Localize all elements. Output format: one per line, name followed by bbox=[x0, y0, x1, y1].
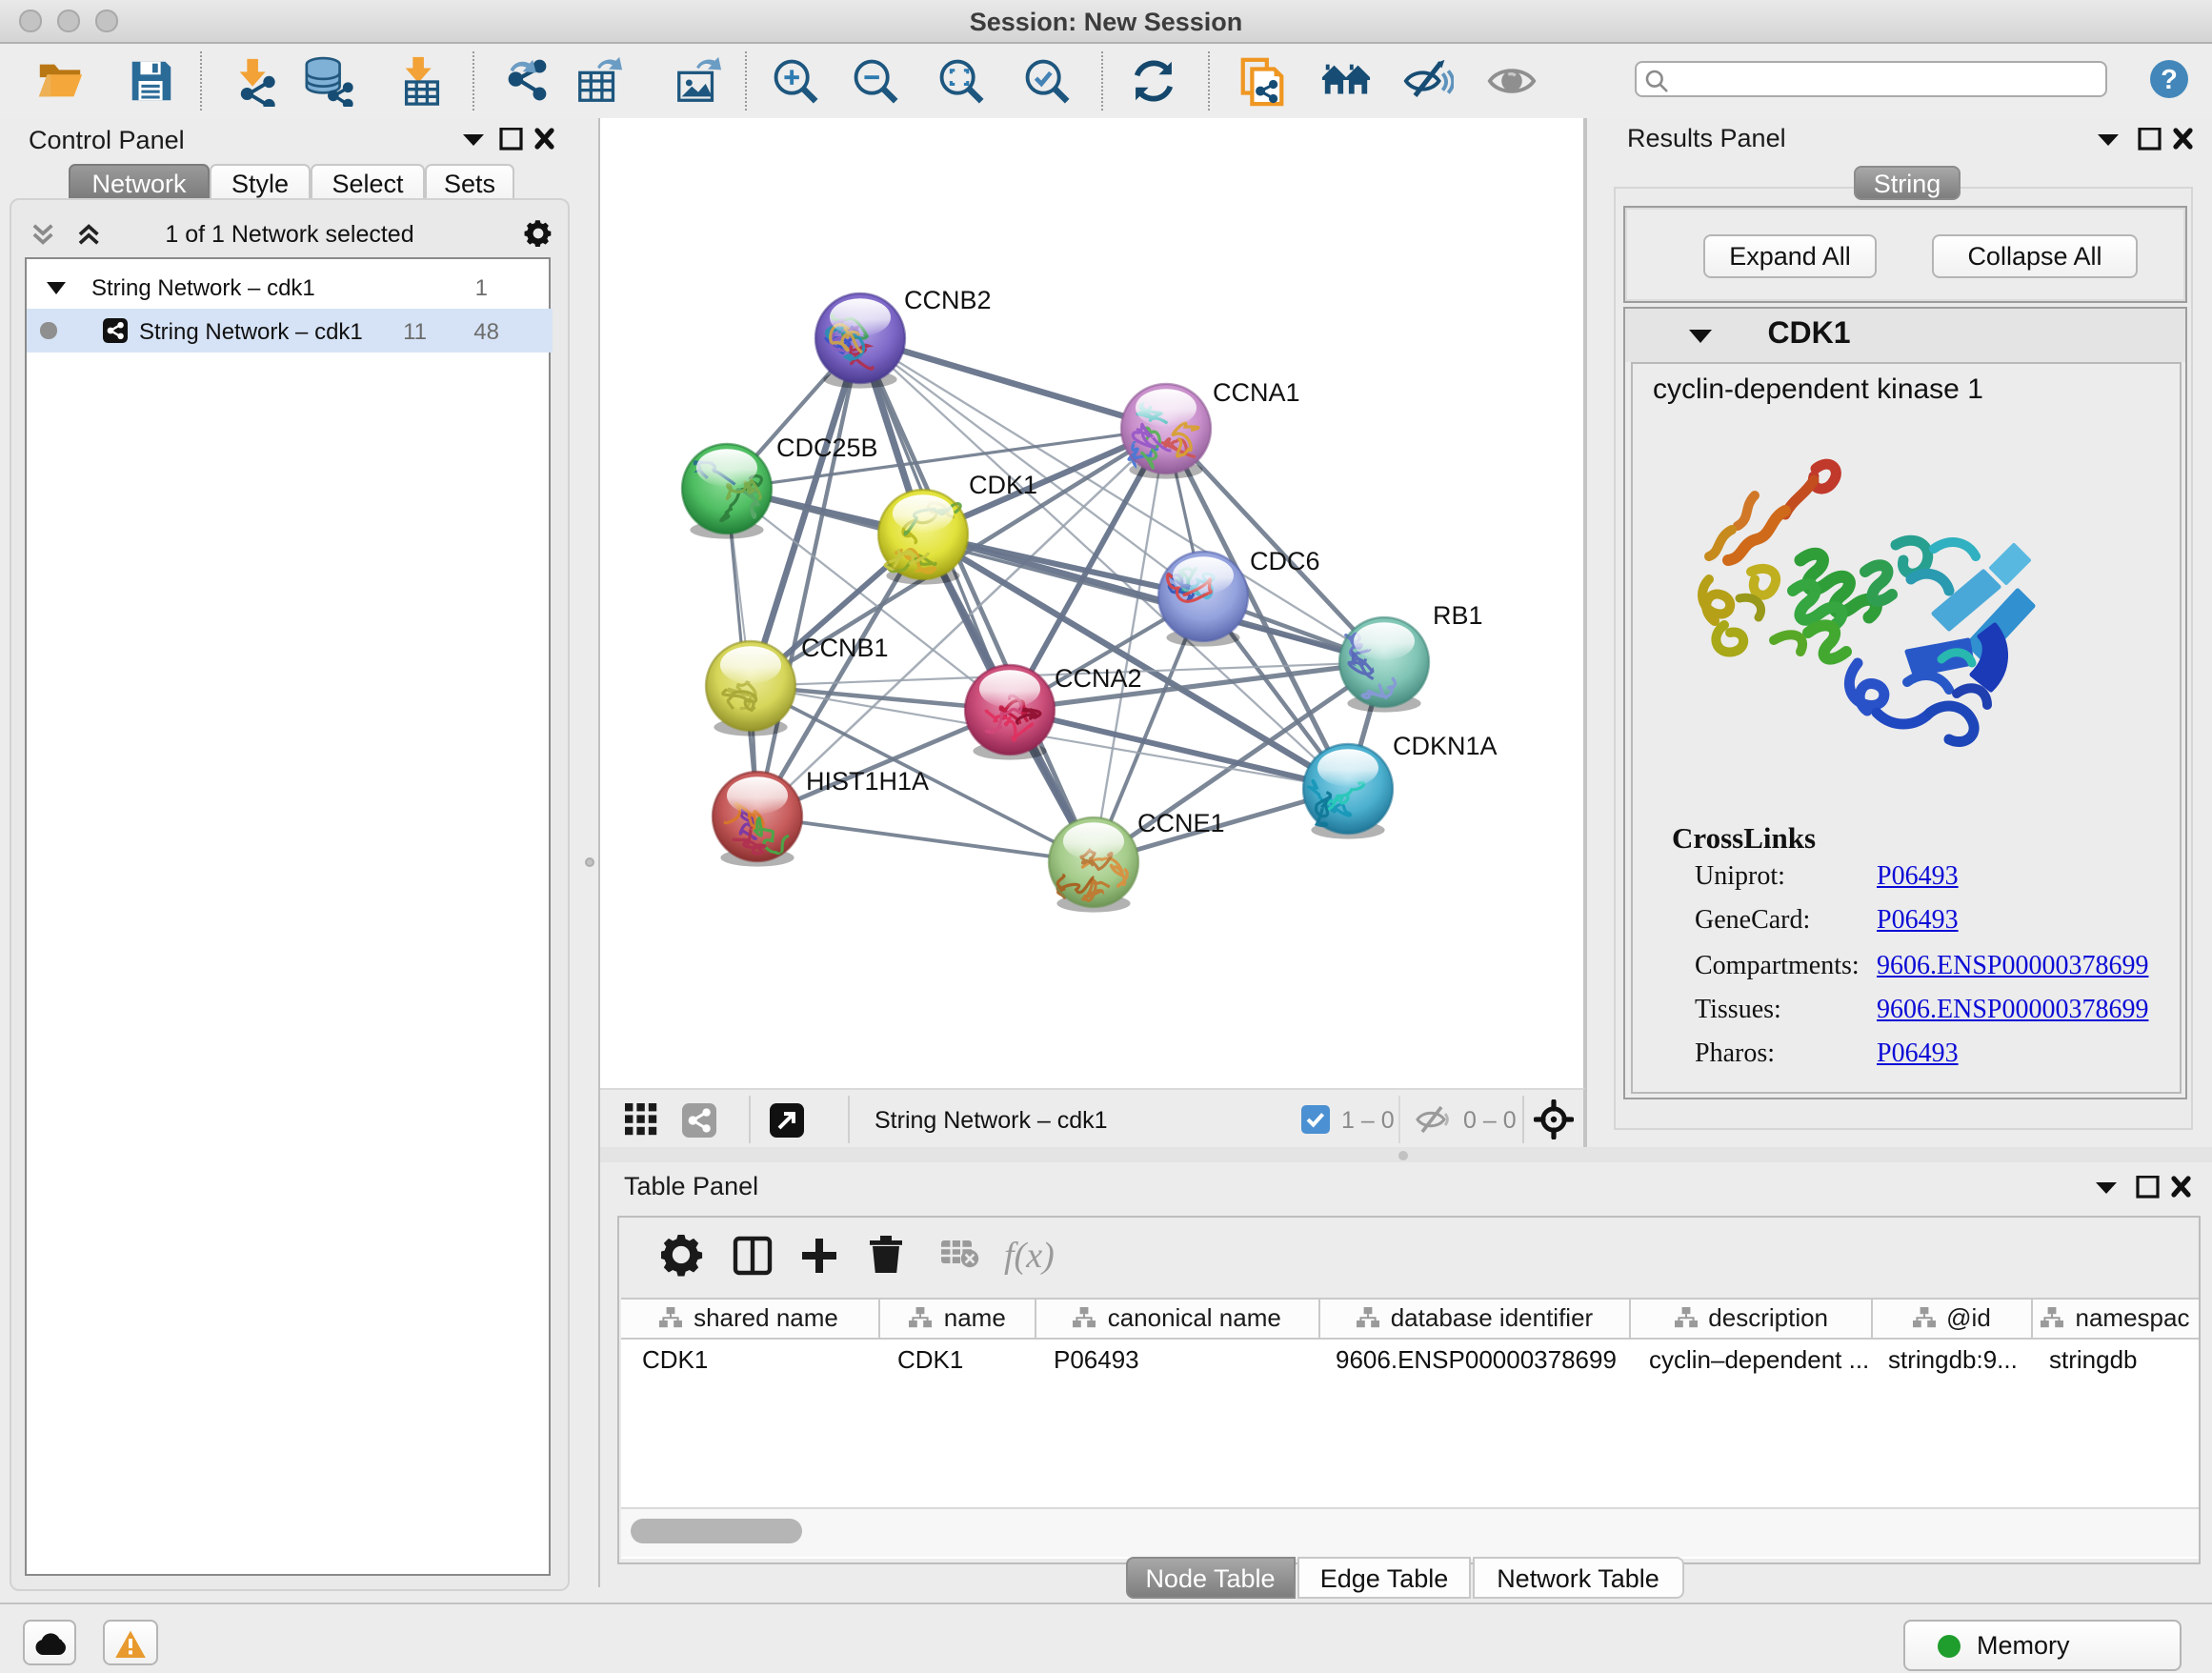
svg-text:CCNB1: CCNB1 bbox=[801, 634, 889, 662]
svg-text:CCNA1: CCNA1 bbox=[1213, 378, 1300, 407]
svg-text:CDC6: CDC6 bbox=[1250, 547, 1320, 575]
svg-text:RB1: RB1 bbox=[1433, 601, 1483, 630]
svg-text:?: ? bbox=[2161, 64, 2178, 94]
svg-text:CCNA2: CCNA2 bbox=[1055, 664, 1142, 693]
svg-text:CDC25B: CDC25B bbox=[776, 433, 878, 462]
svg-text:CCNE1: CCNE1 bbox=[1137, 809, 1225, 837]
svg-text:f(x): f(x) bbox=[1003, 1236, 1054, 1276]
svg-text:CDKN1A: CDKN1A bbox=[1393, 732, 1498, 760]
svg-text:CCNB2: CCNB2 bbox=[904, 286, 992, 314]
svg-text:CDK1: CDK1 bbox=[969, 471, 1037, 499]
svg-text:HIST1H1A: HIST1H1A bbox=[806, 767, 929, 796]
